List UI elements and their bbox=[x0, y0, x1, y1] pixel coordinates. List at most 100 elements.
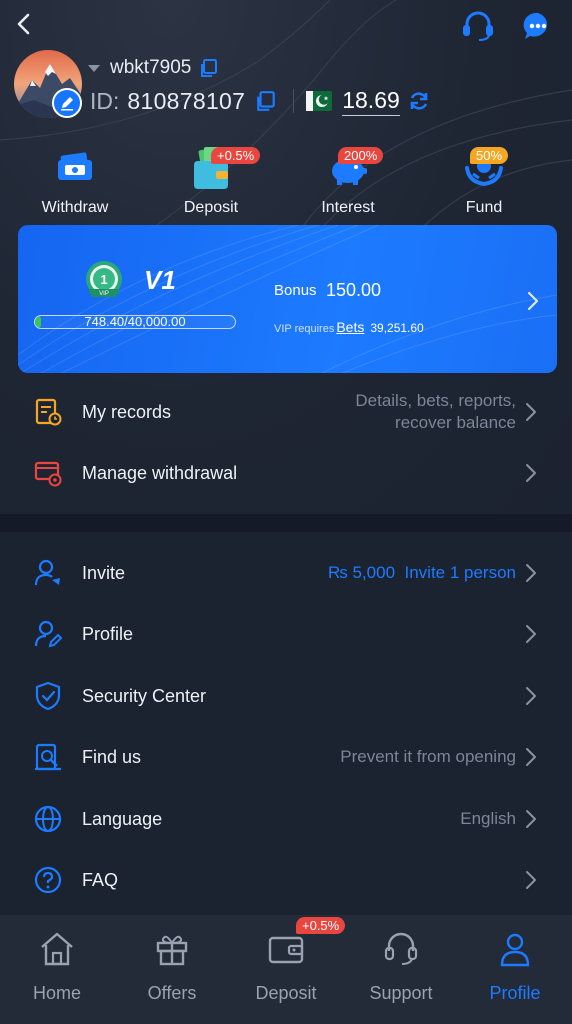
vip-medal-text: VIP bbox=[99, 291, 109, 297]
menu-label-invite: Invite bbox=[82, 562, 126, 583]
piggy-bank-icon: 200% bbox=[324, 145, 384, 191]
card-settings-icon bbox=[32, 457, 64, 489]
invite-amount: ₨ 5,000 bbox=[327, 563, 396, 582]
quick-withdraw[interactable]: Withdraw bbox=[15, 145, 135, 220]
menu-profile[interactable]: Profile bbox=[0, 605, 572, 663]
quick-interest[interactable]: 200% Interest bbox=[288, 145, 408, 220]
caret-down-icon[interactable] bbox=[88, 64, 100, 72]
menu-my-records[interactable]: My records Details, bets, reports, recov… bbox=[0, 383, 572, 441]
chevron-right-icon bbox=[526, 403, 536, 421]
nav-deposit-badge: +0.5% bbox=[296, 917, 346, 934]
username: wbkt7905 bbox=[110, 57, 192, 78]
menu-label-my-records: My records bbox=[82, 401, 172, 422]
user-id: 810878107 bbox=[127, 87, 246, 114]
headset-icon bbox=[463, 11, 493, 41]
bonus-value: 150.00 bbox=[326, 280, 382, 300]
home-icon bbox=[37, 929, 77, 969]
invite-user-icon bbox=[32, 557, 64, 589]
vip-medal-icon: 1 VIP bbox=[86, 261, 122, 297]
quick-label-withdraw: Withdraw bbox=[41, 199, 109, 216]
my-records-hint-line1: Details, bets, reports, bbox=[355, 391, 516, 410]
quick-label-fund: Fund bbox=[465, 199, 503, 216]
nav-profile[interactable]: Profile bbox=[458, 915, 572, 1024]
nav-label-support: Support bbox=[369, 983, 433, 1003]
chevron-right-icon bbox=[526, 687, 536, 705]
chat-bubble-icon bbox=[523, 12, 548, 39]
vip-progress-bar: 748.40/40,000.00 bbox=[34, 315, 236, 329]
user-edit-icon bbox=[32, 618, 64, 650]
chevron-right-icon[interactable] bbox=[526, 291, 540, 311]
pakistan-flag-icon bbox=[306, 91, 333, 111]
username-row: wbkt7905 bbox=[88, 56, 219, 80]
vip-requires-value: 39,251.60 bbox=[370, 321, 424, 335]
chevron-right-icon bbox=[526, 748, 536, 766]
menu-language[interactable]: Language English bbox=[0, 790, 572, 848]
menu-label-manage-withdrawal: Manage withdrawal bbox=[82, 462, 238, 483]
menu-manage-withdrawal[interactable]: Manage withdrawal bbox=[0, 444, 572, 502]
nav-deposit[interactable]: +0.5% Deposit bbox=[229, 915, 346, 1024]
vip-bets-link[interactable]: Bets bbox=[336, 319, 364, 335]
nav-home[interactable]: Home bbox=[0, 915, 114, 1024]
id-label: ID: bbox=[90, 87, 120, 114]
question-circle-icon bbox=[32, 864, 64, 896]
wallet-money-icon: +0.5% bbox=[187, 145, 261, 191]
id-row: ID: 810878107 18.69 bbox=[90, 86, 430, 116]
nav-support[interactable]: Support bbox=[344, 915, 458, 1024]
records-icon bbox=[32, 396, 64, 428]
menu-label-profile: Profile bbox=[82, 623, 134, 644]
ticket-icon bbox=[51, 145, 99, 191]
shield-check-icon bbox=[32, 680, 64, 712]
refresh-icon[interactable] bbox=[408, 90, 430, 112]
language-current: English bbox=[460, 809, 516, 828]
nav-label-home: Home bbox=[32, 983, 81, 1003]
copy-id-icon[interactable] bbox=[255, 90, 277, 112]
globe-icon bbox=[32, 803, 64, 835]
vip-progress-text: 748.40/40,000.00 bbox=[84, 315, 186, 329]
fund-badge: 50% bbox=[470, 147, 509, 164]
nav-label-profile: Profile bbox=[489, 983, 541, 1003]
avatar-edit-button[interactable] bbox=[52, 88, 82, 118]
invite-hint: ₨ 5,000 Invite 1 person bbox=[328, 562, 516, 584]
chevron-left-icon bbox=[17, 13, 30, 35]
vip-requires-label: VIP requires bbox=[274, 323, 335, 335]
chevron-right-icon bbox=[526, 464, 536, 482]
menu-label-find-us: Find us bbox=[82, 746, 142, 767]
invite-link[interactable]: Invite 1 person bbox=[404, 563, 516, 582]
nav-offers[interactable]: Offers bbox=[115, 915, 229, 1024]
quick-fund[interactable]: 50% Fund bbox=[424, 145, 544, 220]
menu-security-center[interactable]: Security Center bbox=[0, 667, 572, 725]
copy-icon[interactable] bbox=[199, 58, 219, 78]
gift-icon bbox=[152, 929, 192, 969]
wallet-icon: +0.5% bbox=[266, 917, 346, 969]
chevron-right-icon bbox=[526, 564, 536, 582]
chevron-right-icon bbox=[526, 810, 536, 828]
my-records-hint-line2: recover balance bbox=[395, 413, 516, 432]
vip-card[interactable]: 1 VIP V1 748.40/40,000.00 Bonus 150.00 V… bbox=[18, 225, 557, 373]
menu-find-us[interactable]: Find us Prevent it from opening bbox=[0, 728, 572, 786]
quick-deposit[interactable]: +0.5% Deposit bbox=[151, 145, 271, 220]
menu-label-security-center: Security Center bbox=[82, 685, 207, 706]
chat-button[interactable] bbox=[520, 8, 556, 44]
quick-label-interest: Interest bbox=[321, 199, 375, 216]
back-button[interactable] bbox=[10, 10, 38, 38]
menu-invite[interactable]: Invite ₨ 5,000 Invite 1 person bbox=[0, 544, 572, 602]
building-search-icon bbox=[32, 741, 64, 773]
interest-badge: 200% bbox=[338, 147, 384, 164]
section-divider bbox=[0, 514, 572, 532]
user-icon bbox=[495, 929, 535, 969]
menu-label-faq: FAQ bbox=[82, 869, 119, 890]
chevron-right-icon bbox=[526, 871, 536, 889]
my-records-hint: Details, bets, reports, recover balance bbox=[355, 390, 516, 434]
separator bbox=[293, 89, 295, 113]
wallet-balance[interactable]: 18.69 bbox=[342, 87, 400, 116]
headset-icon bbox=[381, 929, 421, 969]
deposit-bonus-badge: +0.5% bbox=[211, 147, 261, 164]
bottom-navigation: Home Offers +0.5% Deposit Support Profil… bbox=[0, 915, 572, 1024]
find-us-hint: Prevent it from opening bbox=[340, 747, 516, 766]
bonus-label: Bonus bbox=[274, 282, 317, 299]
quick-label-deposit: Deposit bbox=[183, 199, 239, 216]
nav-label-offers: Offers bbox=[147, 983, 197, 1003]
menu-faq[interactable]: FAQ bbox=[0, 851, 572, 909]
hands-coin-icon: 50% bbox=[460, 145, 509, 191]
support-header-button[interactable] bbox=[460, 8, 496, 44]
